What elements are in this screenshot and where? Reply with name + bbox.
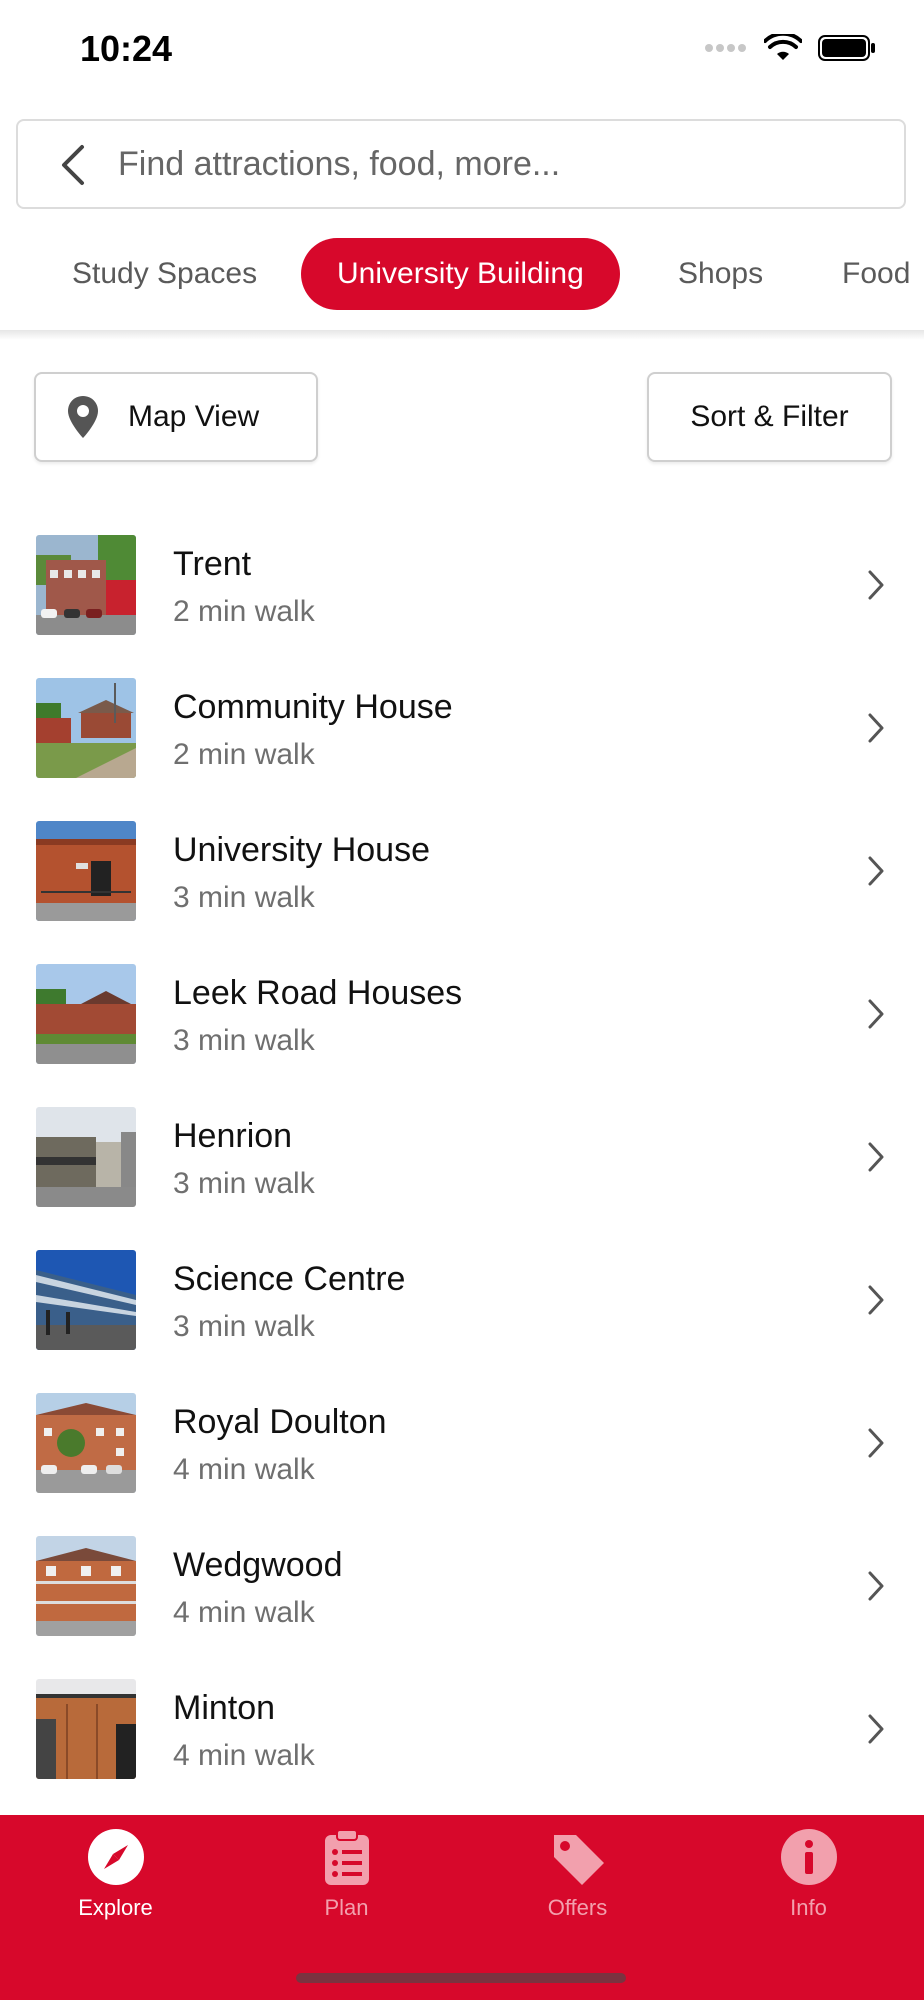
info-icon: [781, 1829, 837, 1885]
tab-plan-label: Plan: [324, 1895, 369, 1920]
tab-plan[interactable]: Plan: [231, 1815, 462, 1945]
building-list: Trent 2 min walk Community House 2 min w…: [0, 515, 924, 1802]
item-walk-time: 2 min walk: [173, 738, 315, 771]
back-chevron-icon[interactable]: [54, 143, 94, 187]
sort-filter-label: Sort & Filter: [690, 400, 849, 433]
building-thumbnail: [36, 1250, 136, 1350]
signal-icon: [705, 44, 746, 52]
list-item[interactable]: Henrion 3 min walk: [0, 1087, 924, 1230]
tab-info-label: Info: [790, 1895, 827, 1920]
chevron-right-icon: [868, 570, 884, 600]
item-title: Henrion: [173, 1117, 293, 1155]
status-bar: 10:24: [0, 0, 924, 100]
map-pin-icon: [68, 396, 98, 438]
list-item[interactable]: University House 3 min walk: [0, 801, 924, 944]
list-item[interactable]: Royal Doulton 4 min walk: [0, 1373, 924, 1516]
item-title: Wedgwood: [173, 1546, 343, 1584]
chevron-right-icon: [868, 1428, 884, 1458]
list-item[interactable]: Minton 4 min walk: [0, 1659, 924, 1802]
tab-explore-label: Explore: [78, 1895, 153, 1920]
item-title: University House: [173, 831, 430, 869]
item-walk-time: 3 min walk: [173, 1167, 315, 1200]
tab-study-spaces[interactable]: Study Spaces: [72, 238, 257, 310]
chevron-right-icon: [868, 1142, 884, 1172]
building-thumbnail: [36, 964, 136, 1064]
building-thumbnail: [36, 821, 136, 921]
list-item[interactable]: Trent 2 min walk: [0, 515, 924, 658]
divider: [0, 330, 924, 340]
sort-filter-button[interactable]: Sort & Filter: [647, 372, 892, 462]
item-walk-time: 4 min walk: [173, 1453, 315, 1486]
building-thumbnail: [36, 1107, 136, 1207]
compass-icon: [88, 1829, 144, 1885]
tab-info[interactable]: Info: [693, 1815, 924, 1945]
item-title: Leek Road Houses: [173, 974, 463, 1012]
category-tabs: Study Spaces University Building Shops F…: [0, 238, 924, 314]
list-item[interactable]: Community House 2 min walk: [0, 658, 924, 801]
chevron-right-icon: [868, 1571, 884, 1601]
chevron-right-icon: [868, 999, 884, 1029]
chevron-right-icon: [868, 1714, 884, 1744]
list-item[interactable]: Wedgwood 4 min walk: [0, 1516, 924, 1659]
tab-food[interactable]: Food: [842, 238, 910, 310]
building-thumbnail: [36, 535, 136, 635]
status-time: 10:24: [80, 28, 173, 69]
item-walk-time: 3 min walk: [173, 881, 315, 914]
item-walk-time: 3 min walk: [173, 1310, 315, 1343]
item-title: Community House: [173, 688, 453, 726]
list-item[interactable]: Leek Road Houses 3 min walk: [0, 944, 924, 1087]
item-title: Science Centre: [173, 1260, 406, 1298]
tag-icon: [554, 1835, 604, 1885]
map-view-label: Map View: [128, 400, 260, 433]
status-icons: [704, 34, 876, 62]
chevron-right-icon: [868, 1285, 884, 1315]
map-view-button[interactable]: Map View: [34, 372, 318, 462]
item-title: Royal Doulton: [173, 1403, 387, 1441]
building-thumbnail: [36, 1393, 136, 1493]
building-thumbnail: [36, 1679, 136, 1779]
list-item[interactable]: Science Centre 3 min walk: [0, 1230, 924, 1373]
tab-explore[interactable]: Explore: [0, 1815, 231, 1945]
clipboard-icon: [325, 1829, 369, 1885]
battery-icon: [818, 35, 875, 61]
item-walk-time: 2 min walk: [173, 595, 315, 628]
item-title: Minton: [173, 1689, 276, 1727]
chevron-right-icon: [868, 713, 884, 743]
item-title: Trent: [173, 545, 252, 583]
search-bar[interactable]: [16, 119, 906, 209]
tab-offers[interactable]: Offers: [462, 1815, 693, 1945]
tab-shops[interactable]: Shops: [678, 238, 763, 310]
tab-university-building[interactable]: University Building: [301, 238, 620, 310]
building-thumbnail: [36, 1536, 136, 1636]
item-walk-time: 4 min walk: [173, 1739, 315, 1772]
tab-offers-label: Offers: [547, 1895, 608, 1920]
building-thumbnail: [36, 678, 136, 778]
chevron-right-icon: [868, 856, 884, 886]
home-indicator: [296, 1973, 626, 1983]
item-walk-time: 3 min walk: [173, 1024, 315, 1057]
item-walk-time: 4 min walk: [173, 1596, 315, 1629]
wifi-icon: [764, 34, 802, 60]
search-input[interactable]: [118, 121, 878, 207]
